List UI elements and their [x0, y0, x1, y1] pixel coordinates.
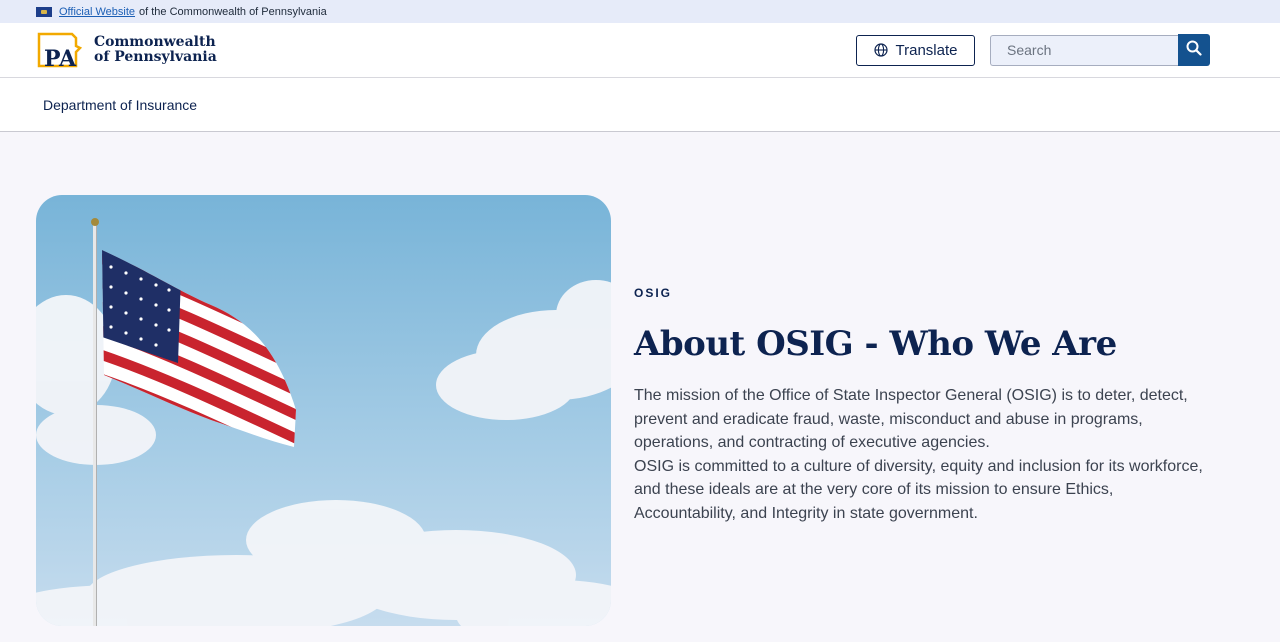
logo-wordmark: Commonwealth of Pennsylvania [94, 35, 217, 65]
page-title: About OSIG - Who We Are [634, 324, 1117, 364]
pa-logo[interactable]: PA Commonwealth of Pennsylvania [36, 30, 217, 70]
hero-description: The mission of the Office of State Inspe… [634, 384, 1214, 525]
globe-icon [873, 43, 888, 57]
official-website-link[interactable]: Official Website [59, 6, 135, 18]
american-flag-image [36, 195, 611, 626]
official-banner-text: of the Commonwealth of Pennsylvania [139, 5, 327, 18]
site-header: PA Commonwealth of Pennsylvania Translat… [0, 23, 1280, 78]
logo-mark-text: PA [44, 46, 77, 70]
department-link[interactable]: Department of Insurance [43, 97, 197, 113]
mission-paragraph: The mission of the Office of State Inspe… [634, 387, 1188, 451]
search-input[interactable] [990, 34, 1178, 66]
search-icon [1186, 40, 1202, 61]
translate-label: Translate [895, 41, 958, 59]
official-site-banner: Official Website of the Commonwealth of … [0, 0, 1280, 23]
search-button[interactable] [1178, 34, 1210, 66]
pa-keystone-icon: PA [36, 30, 90, 70]
search-form [990, 34, 1210, 66]
hero-section: OSIG About OSIG - Who We Are The mission… [0, 132, 1280, 642]
commitment-paragraph: OSIG is committed to a culture of divers… [634, 457, 1203, 522]
header-actions: Translate [856, 34, 1210, 66]
eyebrow-label: OSIG [634, 286, 673, 300]
hero-content: OSIG About OSIG - Who We Are The mission… [634, 286, 1214, 525]
logo-line-1: Commonwealth [94, 34, 216, 50]
translate-button[interactable]: Translate [856, 34, 975, 66]
logo-line-2: of Pennsylvania [94, 49, 217, 65]
pa-flag-icon [36, 6, 52, 17]
department-nav: Department of Insurance [0, 78, 1280, 132]
